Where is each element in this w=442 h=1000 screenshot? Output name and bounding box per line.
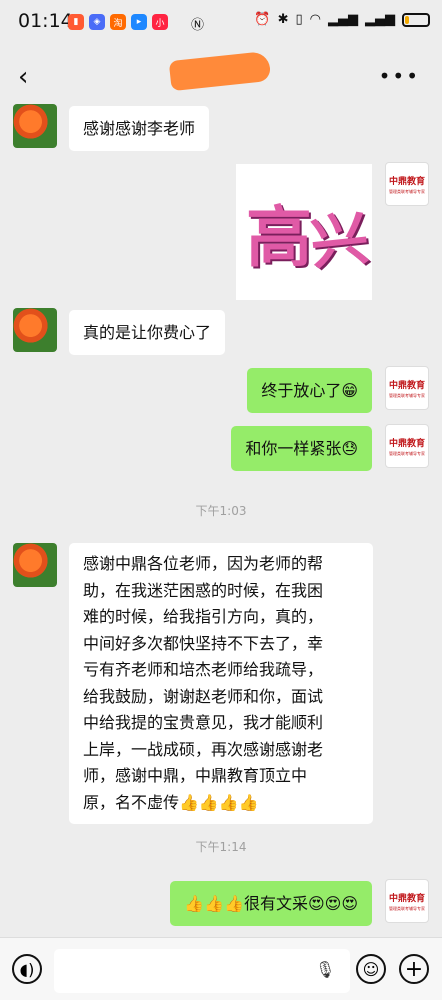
contact-avatar[interactable] [13,543,57,587]
status-time: 01:14 [18,10,73,32]
message-line: 中给我提的宝贵意见，我才能顺利 [83,713,324,732]
voice-icon: ◖) [19,959,35,979]
sticker-char: 兴 [307,204,372,278]
game-app-icon: ◈ [89,14,105,30]
notification-icons: ▮ ◈ 淘 ▸ 小 Ⓝ [68,14,204,33]
logo-name: 中鼎教育 [388,438,425,449]
back-button[interactable]: ‹ [18,62,28,92]
signal-icon: ▂▄▆ [365,12,395,27]
message-line: 亏有齐老师和培杰老师给我疏导， [83,660,324,679]
sticker-message[interactable]: 高 兴 [236,164,372,300]
message-line: 中间好多次都快坚持不下去了，幸 [83,633,324,653]
message-line: 助，在我迷茫困惑的时候，在我困 [83,580,324,600]
message-line: 感谢中鼎各位老师，因为老师的帮 [83,554,324,573]
my-avatar[interactable]: 中鼎教育 管理类联考辅导专家 [385,424,429,468]
logo-name: 中鼎教育 [388,893,425,904]
input-bar: ◖) 🎙 ☺ + [0,937,442,1000]
alarm-icon: ⏰ [254,12,271,27]
redacted-contact-name [168,50,272,92]
voice-mode-button[interactable]: ◖) [12,954,42,984]
vibrate-icon: ▯ [295,12,303,27]
app-store-icon: ▸ [131,14,147,30]
xiaohongshu-icon: 小 [152,14,168,30]
taobao-icon: 淘 [110,14,126,30]
logo-sub: 管理类联考辅导专家 [389,905,425,911]
logo-sub: 管理类联考辅导专家 [389,450,425,456]
message-bubble-outgoing[interactable]: 终于放心了😁 [247,368,372,413]
microphone-icon[interactable]: 🎙 [315,960,335,979]
message-line: 给我鼓励，谢谢赵老师和你，面试 [83,686,324,706]
status-bar: 01:14 ▮ ◈ 淘 ▸ 小 Ⓝ ⏰ ✱ ▯ ◠ ▂▄▆ ▂▄▆ [0,0,442,48]
plus-icon: + [404,956,424,982]
message-line: 原，名不虚传👍👍👍👍 [83,792,259,812]
more-actions-button[interactable]: + [399,954,429,984]
message-input[interactable] [54,949,350,993]
system-status-icons: ⏰ ✱ ▯ ◠ ▂▄▆ ▂▄▆ [254,12,430,27]
emoji-button[interactable]: ☺ [356,954,386,984]
message-line: 师，感谢中鼎，中鼎教育顶立中 [83,766,308,785]
chat-header: ‹ ••• [0,48,442,104]
logo-name: 中鼎教育 [388,380,425,391]
more-options-button[interactable]: ••• [379,64,420,88]
message-bubble-outgoing[interactable]: 👍👍👍很有文采😍😍😍 [170,881,372,926]
logo-sub: 管理类联考辅导专家 [389,392,425,398]
signal-icon: ▂▄▆ [328,12,358,27]
my-avatar[interactable]: 中鼎教育 管理类联考辅导专家 [385,162,429,206]
contact-avatar[interactable] [13,308,57,352]
smiley-icon: ☺ [362,959,380,979]
message-line: 上岸，一战成硕，再次感谢感谢老 [83,739,324,759]
message-bubble-incoming[interactable]: 真的是让你费心了 [69,310,226,355]
contact-avatar[interactable] [13,104,57,148]
bluetooth-icon: ✱ [277,12,289,27]
logo-sub: 管理类联考辅导专家 [389,188,425,194]
sticker-char: 高 [246,199,312,276]
my-avatar[interactable]: 中鼎教育 管理类联考辅导专家 [385,366,429,410]
message-bubble-outgoing[interactable]: 和你一样紧张😓 [231,426,372,471]
wifi-icon: ◠ [309,12,321,27]
timestamp: 下午1:03 [195,504,247,518]
timestamp: 下午1:14 [195,840,247,854]
video-app-icon: ▮ [68,14,84,30]
message-line: 难的时候，给我指引方向，真的， [83,607,324,626]
battery-icon [402,12,430,27]
my-avatar[interactable]: 中鼎教育 管理类联考辅导专家 [385,879,429,923]
message-bubble-incoming[interactable]: 感谢中鼎各位老师，因为老师的帮 助，在我迷茫困惑的时候，在我困 难的时候，给我指… [69,543,373,824]
logo-name: 中鼎教育 [388,176,425,187]
message-bubble-incoming[interactable]: 感谢感谢李老师 [69,106,210,151]
nfc-icon: Ⓝ [191,18,205,33]
